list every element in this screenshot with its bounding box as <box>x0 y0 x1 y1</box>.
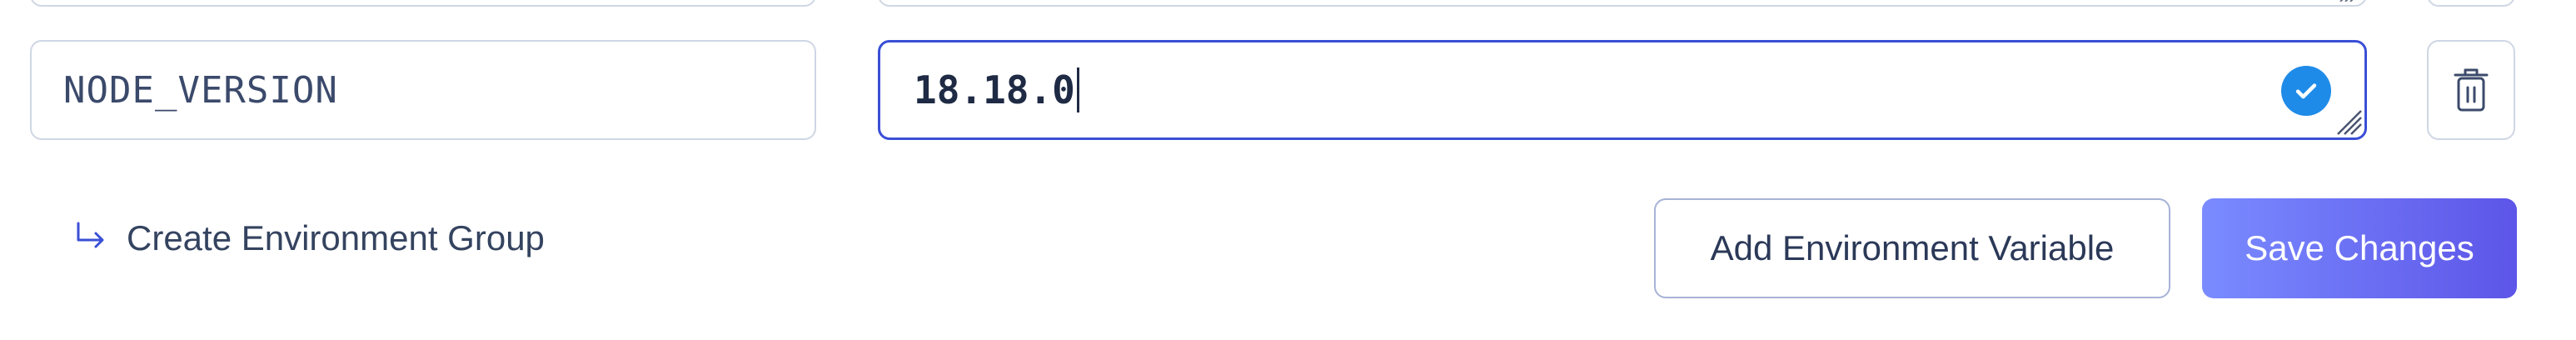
trash-icon <box>2454 68 2489 112</box>
env-value-input[interactable]: 18.18.0 <box>878 40 2367 140</box>
arrow-turn-down-right-icon <box>77 222 104 248</box>
env-key-input[interactable]: NODE_VERSION <box>30 40 816 140</box>
add-environment-variable-label: Add Environment Variable <box>1710 228 2115 268</box>
delete-variable-button[interactable] <box>2427 40 2515 140</box>
previous-value-field[interactable] <box>878 0 2367 7</box>
env-key-value: NODE_VERSION <box>63 68 338 112</box>
env-vars-panel: NODE_VERSION 18.18.0 Create Environment … <box>0 0 2576 340</box>
create-environment-group-link[interactable]: Create Environment Group <box>72 218 545 258</box>
text-caret <box>1076 68 1079 112</box>
resize-grip-icon[interactable] <box>2329 102 2363 136</box>
previous-key-field[interactable] <box>30 0 816 7</box>
create-environment-group-label: Create Environment Group <box>127 218 545 258</box>
check-circle-icon <box>2281 66 2331 116</box>
previous-delete-button[interactable] <box>2427 0 2515 7</box>
save-changes-button[interactable]: Save Changes <box>2202 198 2517 298</box>
resize-grip-icon[interactable] <box>2337 0 2360 2</box>
env-value-text: 18.18.0 <box>914 68 1075 112</box>
save-changes-label: Save Changes <box>2245 228 2474 268</box>
add-environment-variable-button[interactable]: Add Environment Variable <box>1654 198 2170 298</box>
